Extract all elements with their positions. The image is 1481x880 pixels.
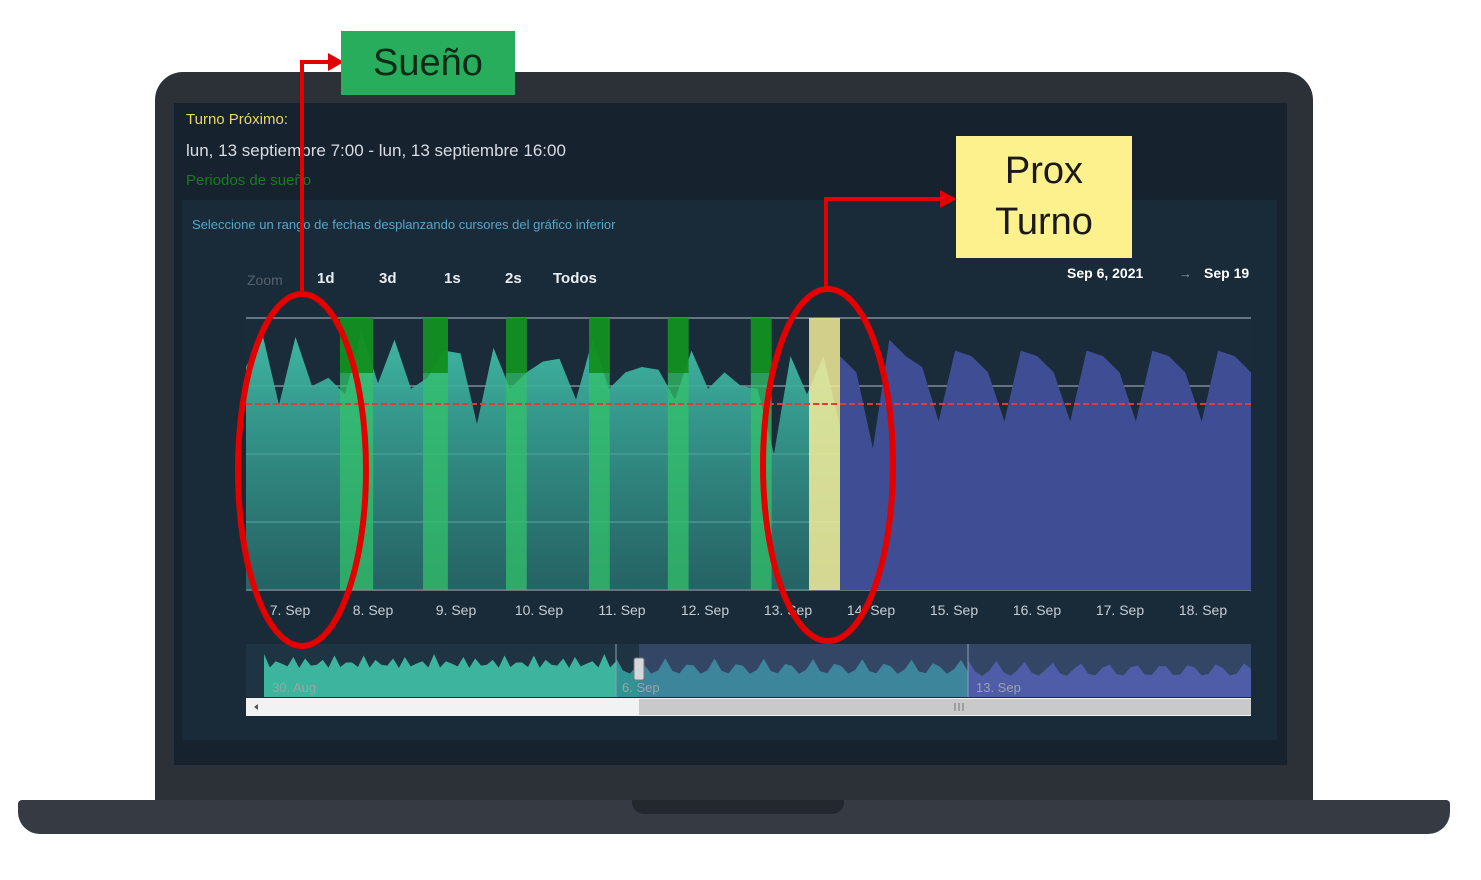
next-shift-band	[809, 318, 840, 590]
shift-callout-connector	[824, 197, 942, 289]
x-tick-label: 7. Sep	[270, 602, 311, 618]
sleep-period-top	[506, 318, 527, 373]
next-shift-callout-line2: Turno	[995, 201, 1093, 243]
main-plot	[246, 317, 1251, 591]
navigator-selected-range	[639, 644, 1251, 697]
x-tick-label: 9. Sep	[436, 602, 477, 618]
sleep-period-top	[589, 318, 610, 373]
x-tick-label: 8. Sep	[353, 602, 394, 618]
sleep-period-top	[750, 318, 772, 373]
x-axis-labels: 7. Sep 8. Sep 9. Sep 10. Sep 11. Sep 12. Sep 1…	[270, 602, 1228, 618]
x-tick-label: 15. Sep	[930, 602, 978, 618]
x-tick-label: 14. Sep	[847, 602, 895, 618]
next-shift-callout: Prox Turno	[956, 136, 1132, 258]
sleep-callout-connector	[300, 60, 330, 294]
navigator-left-handle[interactable]	[633, 657, 645, 681]
navigator-label: 6. Sep	[622, 680, 660, 695]
fatigue-chart: 7. Sep 8. Sep 9. Sep 10. Sep 11. Sep 12. Sep 1…	[235, 53, 1251, 716]
navigator-label: 30. Aug	[272, 680, 316, 695]
x-tick-label: 18. Sep	[1179, 602, 1227, 618]
shift-callout-arrow-icon	[940, 190, 957, 208]
navigator-scrollbar-thumb[interactable]	[639, 699, 1251, 715]
x-tick-label: 12. Sep	[681, 602, 729, 618]
sleep-period-top	[667, 318, 689, 373]
x-tick-label: 10. Sep	[515, 602, 563, 618]
next-shift-callout-line1: Prox	[1004, 149, 1084, 192]
x-tick-label: 16. Sep	[1013, 602, 1061, 618]
sleep-callout: Sueño	[341, 31, 515, 95]
navigator-label: 13. Sep	[976, 680, 1021, 695]
sleep-period-top	[423, 318, 448, 373]
navigator: 30. Aug 6. Sep 13. Sep	[246, 644, 1251, 716]
x-tick-label: 11. Sep	[598, 602, 645, 618]
x-tick-label: 17. Sep	[1096, 602, 1144, 618]
